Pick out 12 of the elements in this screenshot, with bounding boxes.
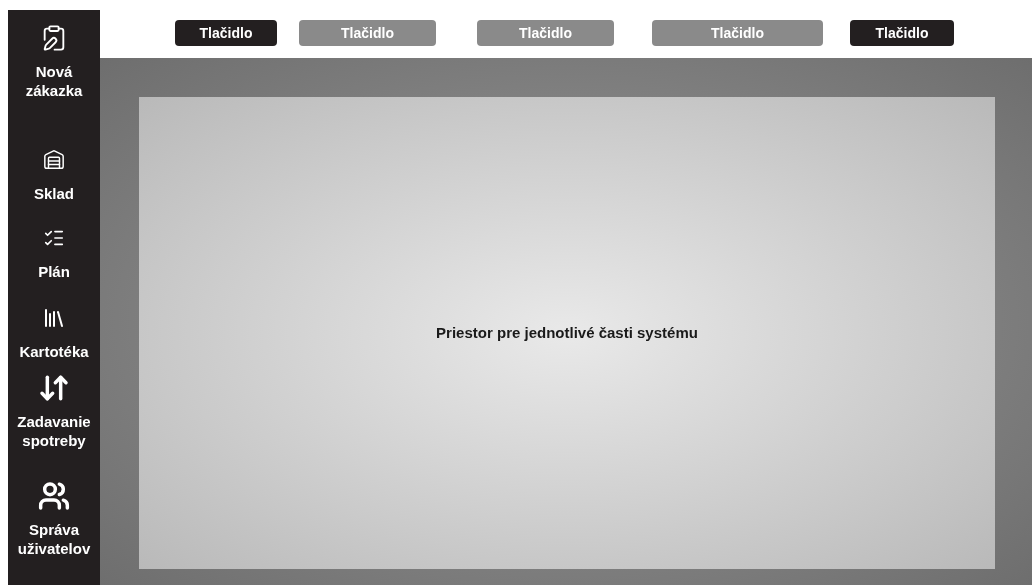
toolbar-button[interactable]: Tlačidlo: [850, 20, 954, 46]
warehouse-icon: [43, 149, 65, 171]
toolbar-button[interactable]: Tlačidlo: [175, 20, 277, 46]
sidebar-item[interactable]: Zadavanie spotreby: [8, 412, 100, 450]
sidebar-item[interactable]: Správa uživatelov: [8, 520, 100, 558]
books-icon: [42, 306, 66, 330]
sidebar-item[interactable]: Plán: [8, 262, 100, 281]
placeholder-text: Priestor pre jednotlivé časti systému: [436, 322, 698, 343]
users-icon: [38, 480, 70, 512]
sidebar-item[interactable]: Sklad: [8, 184, 100, 203]
sidebar-item[interactable]: Nová zákazka: [8, 62, 100, 100]
sidebar-item[interactable]: Kartotéka: [8, 342, 100, 361]
